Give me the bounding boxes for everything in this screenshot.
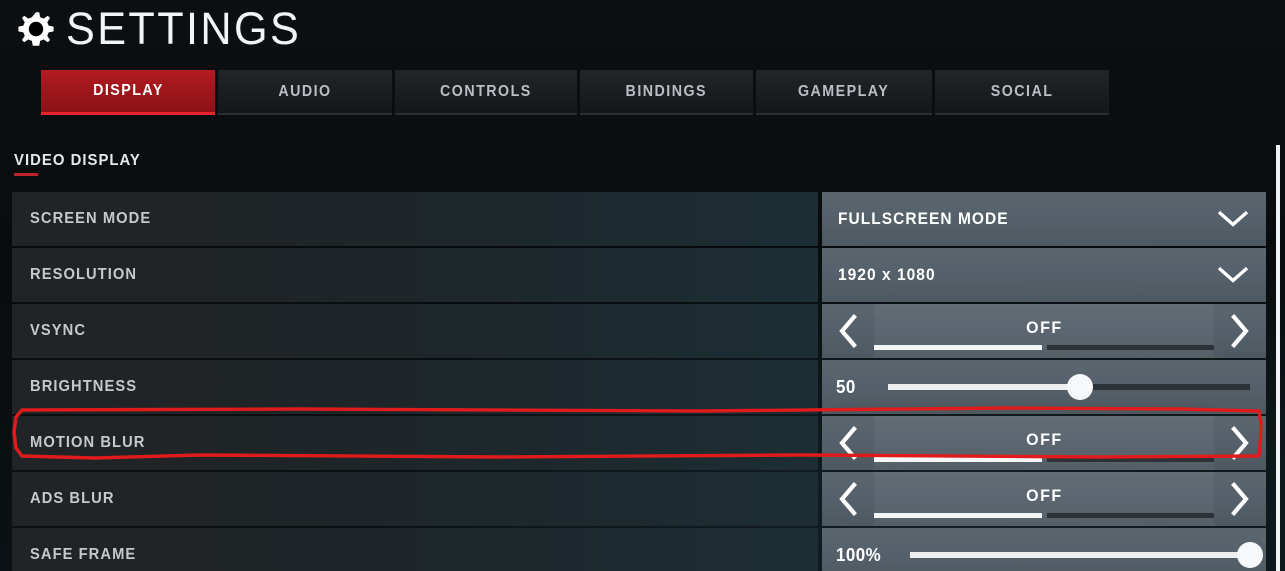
slider-fill: [888, 384, 1080, 390]
stepper-segment: [1046, 345, 1214, 350]
setting-row-vsync: VSYNC OFF: [12, 304, 1274, 358]
setting-row-resolution: RESOLUTION 1920 x 1080: [12, 248, 1274, 302]
setting-label: BRIGHTNESS: [30, 378, 138, 395]
setting-label-cell-safe-frame: SAFE FRAME: [12, 528, 818, 571]
setting-row-brightness: BRIGHTNESS 50: [12, 360, 1274, 414]
setting-control-vsync[interactable]: OFF: [822, 304, 1266, 358]
tab-controls[interactable]: CONTROLS: [395, 70, 577, 115]
tab-display[interactable]: DISPLAY: [41, 70, 215, 115]
tab-label: AUDIO: [278, 82, 332, 100]
tab-label: GAMEPLAY: [798, 82, 890, 100]
settings-list: SCREEN MODE FULLSCREEN MODE RESOLUTION 1920…: [12, 192, 1274, 571]
stepper-segment: [1046, 513, 1214, 518]
tab-audio[interactable]: AUDIO: [218, 70, 392, 115]
dropdown-value-resolution: 1920 x 1080: [838, 248, 942, 302]
slider-value-text: 100%: [836, 544, 882, 565]
tab-bindings[interactable]: BINDINGS: [580, 70, 753, 115]
stepper-segment: [874, 457, 1042, 462]
dropdown-value-text: 1920 x 1080: [838, 265, 936, 284]
setting-label-cell-ads-blur: ADS BLUR: [12, 472, 818, 526]
settings-tabbar: DISPLAY AUDIO CONTROLS BINDINGS GAMEPLAY SOCI…: [41, 70, 1109, 115]
setting-label-cell-vsync: VSYNC: [12, 304, 818, 358]
setting-label: RESOLUTION: [30, 266, 138, 283]
tab-label: SOCIAL: [990, 82, 1054, 100]
chevron-down-icon[interactable]: [1217, 266, 1249, 284]
chevron-right-icon[interactable]: [1214, 472, 1266, 526]
slider-value-text: 50: [836, 376, 856, 397]
chevron-left-icon[interactable]: [822, 472, 874, 526]
scrollbar-thumb[interactable]: [1276, 145, 1280, 571]
chevron-left-icon[interactable]: [822, 304, 874, 358]
section-title-text: VIDEO DISPLAY: [14, 152, 141, 169]
stepper-value-text: OFF: [1025, 430, 1063, 449]
slider-value-brightness: 50: [836, 360, 857, 414]
setting-row-ads-blur: ADS BLUR OFF: [12, 472, 1274, 526]
setting-control-ads-blur[interactable]: OFF: [822, 472, 1266, 526]
setting-label-cell-brightness: BRIGHTNESS: [12, 360, 818, 414]
chevron-left-icon[interactable]: [822, 416, 874, 470]
section-header: VIDEO DISPLAY: [14, 152, 150, 176]
slider-handle[interactable]: [1066, 374, 1093, 400]
section-title: VIDEO DISPLAY: [14, 152, 150, 170]
setting-row-screen-mode: SCREEN MODE FULLSCREEN MODE: [12, 192, 1274, 246]
chevron-down-icon[interactable]: [1217, 210, 1249, 228]
page-title: SETTINGS: [66, 3, 302, 54]
tab-label: CONTROLS: [440, 82, 532, 100]
setting-control-brightness[interactable]: 50: [822, 360, 1266, 414]
dropdown-value-screen-mode: FULLSCREEN MODE: [838, 192, 1020, 246]
stepper-segment: [874, 345, 1042, 350]
tab-label: BINDINGS: [625, 82, 708, 100]
setting-label: ADS BLUR: [30, 490, 115, 507]
setting-label: MOTION BLUR: [30, 434, 146, 451]
stepper-segment: [874, 513, 1042, 518]
settings-screen: SETTINGS DISPLAY AUDIO CONTROLS BINDINGS GAM…: [0, 0, 1285, 571]
setting-label-cell-motion-blur: MOTION BLUR: [12, 416, 818, 470]
header: SETTINGS: [0, 0, 1285, 60]
setting-label: VSYNC: [30, 322, 87, 339]
stepper-value-text: OFF: [1025, 318, 1063, 337]
setting-label-cell-resolution: RESOLUTION: [12, 248, 818, 302]
stepper-value-text: OFF: [1025, 486, 1063, 505]
stepper-track: [874, 457, 1214, 462]
setting-control-resolution[interactable]: 1920 x 1080: [822, 248, 1266, 302]
stepper-segment: [1046, 457, 1214, 462]
chevron-right-icon[interactable]: [1214, 416, 1266, 470]
dropdown-value-text: FULLSCREEN MODE: [838, 209, 1009, 228]
stepper-track: [874, 345, 1214, 350]
gear-icon: [18, 12, 54, 46]
setting-label-cell-screen-mode: SCREEN MODE: [12, 192, 818, 246]
slider-brightness[interactable]: [888, 374, 1250, 400]
setting-label: SCREEN MODE: [30, 210, 152, 227]
setting-label: SAFE FRAME: [30, 546, 137, 563]
slider-value-safe-frame: 100%: [836, 528, 884, 571]
setting-row-motion-blur: MOTION BLUR OFF: [12, 416, 1274, 470]
setting-row-safe-frame: SAFE FRAME 100%: [12, 528, 1274, 571]
setting-control-motion-blur[interactable]: OFF: [822, 416, 1266, 470]
setting-control-safe-frame[interactable]: 100%: [822, 528, 1266, 571]
slider-handle[interactable]: [1237, 542, 1263, 568]
chevron-right-icon[interactable]: [1214, 304, 1266, 358]
setting-control-screen-mode[interactable]: FULLSCREEN MODE: [822, 192, 1266, 246]
tab-label: DISPLAY: [92, 82, 164, 99]
tab-social[interactable]: SOCIAL: [935, 70, 1109, 115]
tab-gameplay[interactable]: GAMEPLAY: [756, 70, 932, 115]
stepper-track: [874, 513, 1214, 518]
section-underline: [14, 173, 38, 176]
slider-fill: [910, 552, 1250, 558]
slider-safe-frame[interactable]: [910, 542, 1263, 568]
